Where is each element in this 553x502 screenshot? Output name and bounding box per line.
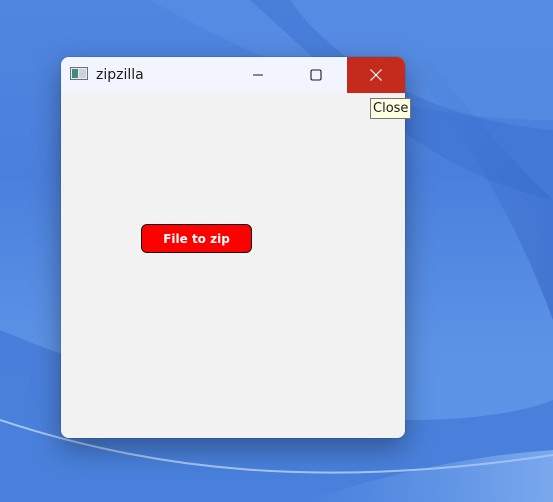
maximize-button[interactable] xyxy=(287,57,345,93)
title-bar[interactable]: zipzilla xyxy=(61,57,405,93)
desktop: zipzilla File to zip Close xyxy=(0,0,553,502)
app-window: zipzilla File to zip xyxy=(61,57,405,438)
window-content: File to zip xyxy=(61,93,405,438)
minimize-button[interactable] xyxy=(229,57,287,93)
maximize-icon xyxy=(310,69,322,81)
window-title: zipzilla xyxy=(96,67,144,83)
close-tooltip: Close xyxy=(370,98,412,119)
app-window-icon xyxy=(70,67,88,80)
file-to-zip-button[interactable]: File to zip xyxy=(141,224,252,253)
close-button[interactable] xyxy=(347,57,405,93)
close-icon xyxy=(370,69,382,81)
minimize-icon xyxy=(253,74,263,76)
